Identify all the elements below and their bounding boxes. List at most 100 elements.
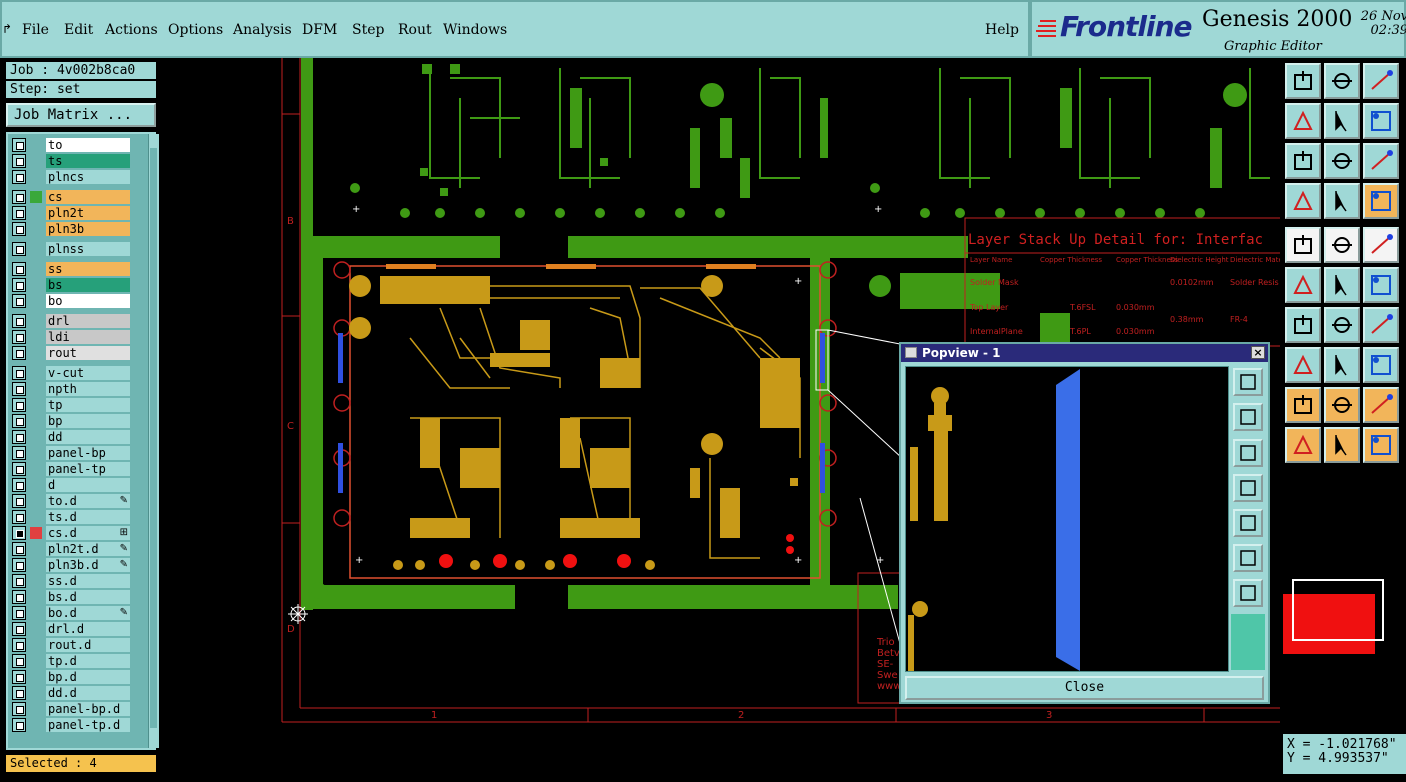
layer-name[interactable]: panel-bp.d: [46, 702, 130, 716]
layer-color-tag[interactable]: [30, 591, 42, 603]
layer-row[interactable]: ts.d: [12, 510, 130, 524]
layer-checkbox[interactable]: [12, 154, 26, 168]
layer-checkbox[interactable]: [12, 606, 26, 620]
layer-checkbox[interactable]: [12, 314, 26, 328]
layer-color-tag[interactable]: [30, 415, 42, 427]
layer-name[interactable]: ldi: [46, 330, 130, 344]
layer-color-tag[interactable]: [30, 263, 42, 275]
layer-name[interactable]: npth: [46, 382, 130, 396]
layer-name[interactable]: pln2t.d: [46, 542, 130, 556]
layer-color-tag[interactable]: [30, 243, 42, 255]
layer-checkbox[interactable]: [12, 414, 26, 428]
zoom-center-button[interactable]: [1324, 143, 1360, 179]
layer-checkbox[interactable]: [12, 622, 26, 636]
layer-name[interactable]: bs.d: [46, 590, 130, 604]
layer-color-tag[interactable]: [30, 207, 42, 219]
overview-minimap[interactable]: [1283, 546, 1403, 674]
layer-row[interactable]: plnss: [12, 242, 130, 256]
layer-row[interactable]: rout: [12, 346, 130, 360]
layer-row[interactable]: cs: [12, 190, 130, 204]
layer-scrollbar[interactable]: [148, 134, 159, 748]
layer-row[interactable]: bp: [12, 414, 130, 428]
layer-row[interactable]: bs.d: [12, 590, 130, 604]
layer-color-tag[interactable]: [30, 687, 42, 699]
letter-button[interactable]: [1363, 387, 1399, 423]
layer-row[interactable]: pln2t: [12, 206, 130, 220]
layer-color-tag[interactable]: [30, 639, 42, 651]
layer-checkbox[interactable]: [12, 494, 26, 508]
layer-row[interactable]: drl.d: [12, 622, 130, 636]
layer-row[interactable]: rout.d: [12, 638, 130, 652]
line-button[interactable]: [1285, 307, 1321, 343]
layer-row[interactable]: dd.d: [12, 686, 130, 700]
layer-checkbox[interactable]: [12, 294, 26, 308]
layer-row[interactable]: pln3b.d ✎: [12, 558, 130, 572]
layer-row[interactable]: bo: [12, 294, 130, 308]
select-button[interactable]: [1285, 427, 1321, 463]
layer-color-tag[interactable]: [30, 383, 42, 395]
layer-color-tag[interactable]: [30, 575, 42, 587]
layer-name[interactable]: drl.d: [46, 622, 130, 636]
layer-checkbox[interactable]: [12, 398, 26, 412]
layer-name[interactable]: v-cut: [46, 366, 130, 380]
edit-line-button[interactable]: [1324, 307, 1360, 343]
layer-color-tag[interactable]: [30, 431, 42, 443]
layer-checkbox[interactable]: [12, 686, 26, 700]
rotate-button[interactable]: [1285, 227, 1321, 263]
layer-name[interactable]: panel-tp: [46, 462, 130, 476]
undo-redo-button[interactable]: [1363, 103, 1399, 139]
layer-row[interactable]: tp.d: [12, 654, 130, 668]
layers-button[interactable]: [1363, 183, 1399, 219]
layer-checkbox[interactable]: [12, 574, 26, 588]
ratio-button[interactable]: [1363, 143, 1399, 179]
layer-row[interactable]: ts: [12, 154, 130, 168]
layer-row[interactable]: pln3b: [12, 222, 130, 236]
arrow-up-box-button[interactable]: [1285, 63, 1321, 99]
layer-checkbox[interactable]: [12, 242, 26, 256]
layer-color-tag[interactable]: [30, 719, 42, 731]
layer-checkbox[interactable]: [12, 718, 26, 732]
layer-checkbox[interactable]: [12, 430, 26, 444]
layer-row[interactable]: dd: [12, 430, 130, 444]
connect-button[interactable]: [1285, 267, 1321, 303]
layer-color-tag[interactable]: [30, 223, 42, 235]
layer-color-tag[interactable]: [30, 479, 42, 491]
layer-name[interactable]: plnss: [46, 242, 130, 256]
layer-name[interactable]: pln3b: [46, 222, 130, 236]
layer-name[interactable]: dd: [46, 430, 130, 444]
arrow-down-box-button[interactable]: [1324, 63, 1360, 99]
layer-name[interactable]: bo: [46, 294, 130, 308]
layer-row[interactable]: tp: [12, 398, 130, 412]
layer-name[interactable]: bp: [46, 414, 130, 428]
layer-name[interactable]: bs: [46, 278, 130, 292]
layer-color-tag[interactable]: [30, 559, 42, 571]
popview-canvas[interactable]: [905, 366, 1229, 672]
layer-checkbox[interactable]: [12, 670, 26, 684]
layer-checkbox[interactable]: [12, 526, 26, 540]
popview-titlebar[interactable]: Popview - 1 ×: [901, 344, 1268, 362]
layer-row[interactable]: ldi: [12, 330, 130, 344]
layer-name[interactable]: d: [46, 478, 130, 492]
layer-color-tag[interactable]: [30, 331, 42, 343]
layer-row[interactable]: drl: [12, 314, 130, 328]
arrow-right-box-button[interactable]: [1324, 103, 1360, 139]
layer-name[interactable]: ss: [46, 262, 130, 276]
menu-analysis[interactable]: Analysis: [233, 22, 292, 38]
menu-windows[interactable]: Windows: [443, 22, 507, 38]
layer-color-tag[interactable]: [30, 655, 42, 667]
popview-pan-right-button[interactable]: [1233, 509, 1263, 537]
layer-checkbox[interactable]: [12, 366, 26, 380]
layer-checkbox[interactable]: [12, 170, 26, 184]
layer-name[interactable]: panel-tp.d: [46, 718, 130, 732]
layer-name[interactable]: ts: [46, 154, 130, 168]
layer-checkbox[interactable]: [12, 510, 26, 524]
triangle-button[interactable]: [1285, 387, 1321, 423]
layer-name[interactable]: ts.d: [46, 510, 130, 524]
layer-color-tag[interactable]: [30, 511, 42, 523]
layer-color-tag[interactable]: [30, 495, 42, 507]
layer-color-tag[interactable]: [30, 463, 42, 475]
layer-checkbox[interactable]: [12, 462, 26, 476]
layer-name[interactable]: pln2t: [46, 206, 130, 220]
menu-actions[interactable]: Actions: [105, 22, 158, 38]
layer-name[interactable]: pln3b.d: [46, 558, 130, 572]
